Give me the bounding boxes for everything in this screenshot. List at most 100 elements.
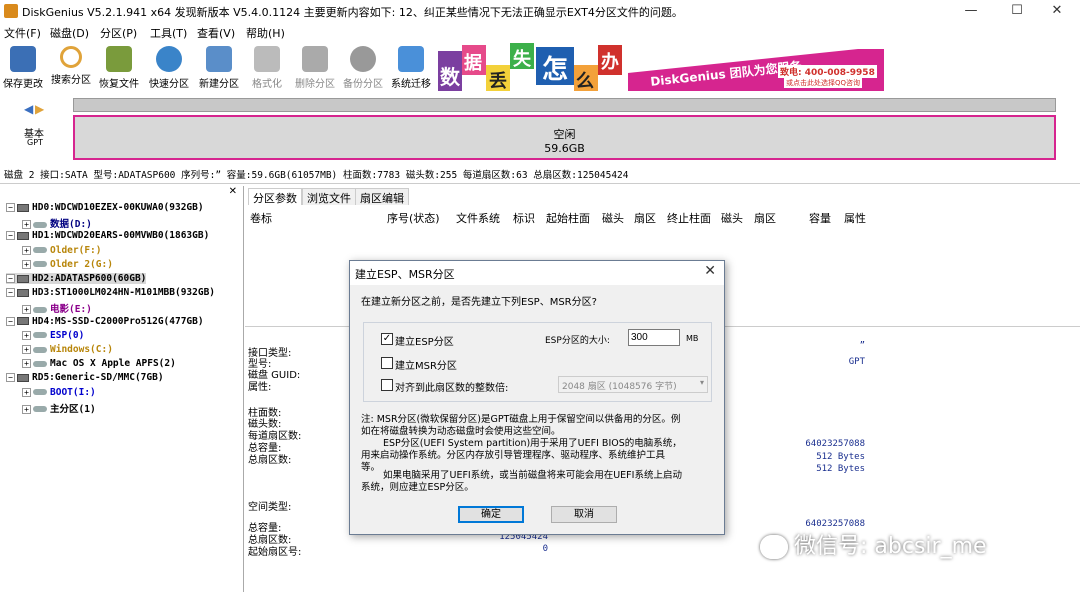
- tree-partition-item[interactable]: + Older 2(G:): [22, 259, 113, 270]
- col-volume-label[interactable]: 卷标: [250, 210, 272, 226]
- tree-partition-item[interactable]: + ESP(0): [22, 330, 84, 341]
- expand-icon[interactable]: −: [6, 231, 15, 241]
- tab-sector-edit[interactable]: 扇区编辑: [355, 188, 409, 205]
- expand-icon[interactable]: +: [22, 345, 31, 354]
- tree-partition-item[interactable]: + BOOT(I:): [22, 387, 96, 398]
- msr-checkbox[interactable]: [381, 357, 393, 369]
- col-capacity[interactable]: 容量: [809, 210, 831, 226]
- tree-partition-item[interactable]: + Mac OS X Apple APFS(2): [22, 358, 176, 369]
- expand-icon[interactable]: +: [22, 259, 31, 269]
- banner-qq: 或点击此处选择QQ咨询: [784, 78, 863, 88]
- col-head-end[interactable]: 磁头: [721, 210, 743, 226]
- expand-icon[interactable]: +: [22, 359, 31, 369]
- tree-partition-item[interactable]: + Windows(C:): [22, 344, 113, 355]
- backup-partition-button[interactable]: 备份分区: [340, 44, 386, 90]
- tree-disk-item[interactable]: − HD4:MS-SSD-C2000Pro512G(477GB): [6, 316, 204, 327]
- value-start-sector: 0: [542, 544, 548, 554]
- menu-file[interactable]: 文件(F): [4, 25, 41, 41]
- banner-phone: 致电: 400-008-9958: [778, 65, 877, 78]
- align-select-value: 2048 扇区 (1048576 字节): [562, 382, 677, 392]
- esp-checkbox[interactable]: ✓: [381, 333, 393, 345]
- next-disk-icon[interactable]: ▶: [35, 102, 44, 116]
- tree-disk-item[interactable]: − HD0:WDCWD10EZEX-00KUWA0(932GB): [6, 202, 204, 213]
- search-icon: [60, 46, 82, 68]
- expand-icon[interactable]: +: [22, 220, 31, 230]
- expand-icon[interactable]: +: [22, 330, 31, 340]
- save-icon: [10, 46, 36, 72]
- align-select[interactable]: 2048 扇区 (1048576 字节) ▾: [558, 376, 708, 393]
- new-partition-button[interactable]: 新建分区: [196, 44, 242, 90]
- quick-partition-icon: [156, 46, 182, 72]
- expand-icon[interactable]: +: [22, 404, 31, 414]
- col-end-cylinder[interactable]: 终止柱面: [667, 210, 711, 226]
- expand-icon[interactable]: +: [22, 387, 31, 397]
- dialog-title: 建立ESP、MSR分区: [355, 268, 455, 281]
- expand-icon[interactable]: −: [6, 274, 15, 283]
- save-changes-button[interactable]: 保存更改: [0, 44, 46, 90]
- banner-char-2: 据: [464, 53, 482, 74]
- value-sector-size-1: 512 Bytes: [816, 452, 865, 462]
- esp-size-unit: MB: [686, 334, 699, 343]
- support-banner[interactable]: 数 据 丢 失 怎 么 办 DiskGenius 团队为您服务 致电: 400-…: [438, 43, 884, 91]
- expand-icon[interactable]: +: [22, 245, 31, 255]
- menu-tools[interactable]: 工具(T): [150, 25, 187, 41]
- partition-icon: [33, 332, 47, 339]
- tree-disk-item[interactable]: − RD5:Generic-SD/MMC(7GB): [6, 372, 164, 383]
- delete-partition-button[interactable]: 删除分区: [292, 44, 338, 90]
- align-checkbox-label: 对齐到此扇区数的整数倍:: [395, 383, 509, 394]
- value-gpt: GPT: [848, 357, 865, 367]
- minimize-button[interactable]: —: [948, 0, 994, 22]
- tree-disk-item[interactable]: − HD2:ADATASP600(60GB): [6, 273, 147, 284]
- menu-disk[interactable]: 磁盘(D): [50, 25, 89, 41]
- col-index-status[interactable]: 序号(状态): [387, 210, 440, 226]
- tree-item-label: Mac OS X Apple APFS(2): [50, 358, 176, 370]
- col-flag[interactable]: 标识: [513, 210, 535, 226]
- menu-view[interactable]: 查看(V): [197, 25, 235, 41]
- esp-size-input[interactable]: [628, 329, 680, 346]
- disk-icon: [17, 203, 29, 212]
- search-partition-button[interactable]: 搜索分区: [48, 44, 94, 90]
- dialog-close-icon[interactable]: ✕: [704, 263, 716, 279]
- format-button[interactable]: 格式化: [244, 44, 290, 90]
- tree-partition-item[interactable]: + 数据(D:): [22, 216, 92, 230]
- quick-partition-button[interactable]: 快速分区: [146, 44, 192, 90]
- tree-partition-item[interactable]: + Older(F:): [22, 245, 101, 256]
- col-attributes[interactable]: 属性: [844, 210, 866, 226]
- expand-icon[interactable]: −: [6, 316, 15, 326]
- label-total-sectors: 总扇区数:: [248, 455, 292, 466]
- tab-partition-params[interactable]: 分区参数: [248, 188, 302, 205]
- partition-icon: [33, 306, 47, 313]
- cancel-button[interactable]: 取消: [551, 506, 617, 523]
- expand-icon[interactable]: −: [6, 373, 15, 383]
- tree-item-label: HD0:WDCWD10EZEX-00KUWA0(932GB): [32, 202, 204, 213]
- tab-browse-files[interactable]: 浏览文件: [302, 188, 356, 205]
- align-checkbox[interactable]: [381, 379, 393, 391]
- prev-disk-icon[interactable]: ◀: [24, 102, 33, 116]
- col-sector-start[interactable]: 扇区: [634, 210, 656, 226]
- ok-button[interactable]: 确定: [458, 506, 524, 523]
- panel-close-icon[interactable]: ✕: [229, 186, 237, 197]
- menu-help[interactable]: 帮助(H): [246, 25, 285, 41]
- col-filesystem[interactable]: 文件系统: [456, 210, 500, 226]
- tree-partition-item[interactable]: + 电影(E:): [22, 301, 92, 315]
- banner-char-5: 怎: [542, 55, 569, 85]
- tree-disk-item[interactable]: − HD3:ST1000LM024HN-M101MBB(932GB): [6, 287, 215, 298]
- partition-icon: [33, 389, 47, 396]
- expand-icon[interactable]: +: [22, 305, 31, 315]
- expand-icon[interactable]: −: [6, 288, 15, 298]
- col-start-cylinder[interactable]: 起始柱面: [546, 210, 590, 226]
- col-head-start[interactable]: 磁头: [602, 210, 624, 226]
- recover-files-button[interactable]: 恢复文件: [96, 44, 142, 90]
- menu-partition[interactable]: 分区(P): [100, 25, 137, 41]
- col-sector-end[interactable]: 扇区: [754, 210, 776, 226]
- label-attributes: 属性:: [248, 382, 272, 393]
- close-button[interactable]: ✕: [1034, 0, 1080, 22]
- disk-icon: [17, 274, 29, 283]
- free-space-block[interactable]: 空闲 59.6GB: [73, 115, 1056, 160]
- system-migrate-button[interactable]: 系统迁移: [388, 44, 434, 90]
- dialog-title-bar: 建立ESP、MSR分区 ✕: [350, 261, 724, 285]
- tree-partition-item[interactable]: + 主分区(1): [22, 401, 96, 415]
- expand-icon[interactable]: −: [6, 203, 15, 212]
- partition-icon: [33, 221, 47, 228]
- tree-disk-item[interactable]: − HD1:WDCWD20EARS-00MVWB0(1863GB): [6, 230, 209, 241]
